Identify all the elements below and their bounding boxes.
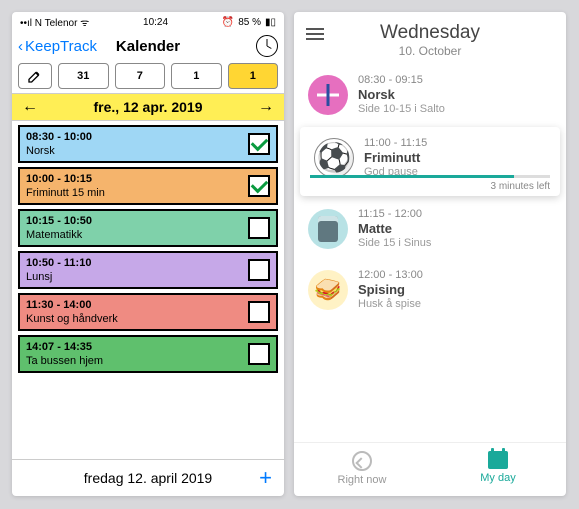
prev-day-button[interactable]: ← xyxy=(22,98,38,116)
food-icon xyxy=(308,270,348,310)
clock-history-icon xyxy=(352,451,372,471)
footer-bar: fredag 12. april 2019 + xyxy=(12,459,284,496)
agenda-time: 11:15 - 12:00 xyxy=(358,208,431,220)
event-row[interactable]: 08:30 - 10:00 Norsk xyxy=(18,125,278,163)
tab-right-now[interactable]: Right now xyxy=(294,443,430,496)
agenda-title: Norsk xyxy=(358,87,445,102)
agenda-time: 12:00 - 13:00 xyxy=(358,269,423,281)
date-bar: ← fre., 12 apr. 2019 → xyxy=(12,93,284,121)
event-time: 10:15 - 10:50 xyxy=(26,215,92,227)
agenda-detail: Husk å spise xyxy=(358,298,423,310)
event-title: Ta bussen hjem xyxy=(26,355,103,367)
agenda-time: 08:30 - 09:15 xyxy=(358,74,445,86)
event-row[interactable]: 14:07 - 14:35 Ta bussen hjem xyxy=(18,335,278,373)
calculator-icon xyxy=(308,209,348,249)
event-time: 10:00 - 10:15 xyxy=(26,173,105,185)
agenda-title: Friminutt xyxy=(364,150,427,165)
tab-week[interactable]: 7 xyxy=(115,63,166,89)
event-checkbox[interactable] xyxy=(248,301,270,323)
event-title: Lunsj xyxy=(26,271,91,283)
norsk-icon xyxy=(308,75,348,115)
event-list: 08:30 - 10:00 Norsk 10:00 - 10:15 Friminut… xyxy=(12,121,284,377)
add-button[interactable]: + xyxy=(259,465,272,491)
agenda-item[interactable]: 12:00 - 13:00 Spising Husk å spise xyxy=(294,259,566,320)
event-time: 10:50 - 11:10 xyxy=(26,257,91,269)
event-row[interactable]: 10:00 - 10:15 Friminutt 15 min xyxy=(18,167,278,205)
event-checkbox[interactable] xyxy=(248,175,270,197)
carrier-label: ••ıl N Telenor ᯤ xyxy=(20,15,89,29)
view-tabs: 31 7 1 1 xyxy=(12,63,284,93)
pencil-icon xyxy=(27,68,43,84)
agenda-time: 11:00 - 11:15 xyxy=(364,137,427,149)
agenda-item[interactable]: 11:15 - 12:00 Matte Side 15 i Sinus xyxy=(294,198,566,259)
agenda-list: 08:30 - 09:15 Norsk Side 10-15 i Salto 1… xyxy=(294,64,566,320)
nav-bar: ‹ KeepTrack Kalender xyxy=(12,32,284,63)
menu-button[interactable] xyxy=(306,28,324,40)
agenda-detail: Side 10-15 i Salto xyxy=(358,103,445,115)
event-row[interactable]: 11:30 - 14:00 Kunst og håndverk xyxy=(18,293,278,331)
edit-button[interactable] xyxy=(18,63,52,89)
page-title: Kalender xyxy=(12,38,284,55)
event-title: Kunst og håndverk xyxy=(26,313,118,325)
battery-label: 85 % xyxy=(238,17,261,28)
phone-dayview: Wednesday 10. October 08:30 - 09:15 Nors… xyxy=(294,12,566,496)
tab-label: Right now xyxy=(338,474,387,486)
agenda-item[interactable]: 08:30 - 09:15 Norsk Side 10-15 i Salto xyxy=(294,64,566,125)
event-time: 11:30 - 14:00 xyxy=(26,299,118,311)
event-title: Norsk xyxy=(26,145,92,157)
progress-bar xyxy=(310,175,550,178)
agenda-item-active[interactable]: 11:00 - 11:15 Friminutt God pause 3 minu… xyxy=(300,127,560,196)
event-time: 08:30 - 10:00 xyxy=(26,131,92,143)
soccer-icon xyxy=(314,138,354,178)
status-bar: ••ıl N Telenor ᯤ 10:24 ⏰ 85 % ▮▯ xyxy=(12,12,284,32)
event-row[interactable]: 10:50 - 11:10 Lunsj xyxy=(18,251,278,289)
bottom-tabs: Right now My day xyxy=(294,442,566,496)
time-remaining: 3 minutes left xyxy=(491,181,550,192)
agenda-detail: Side 15 i Sinus xyxy=(358,237,431,249)
event-checkbox[interactable] xyxy=(248,343,270,365)
day-title: Wednesday xyxy=(324,22,536,44)
phone-keeptrack: ••ıl N Telenor ᯤ 10:24 ⏰ 85 % ▮▯ ‹ KeepT… xyxy=(12,12,284,496)
alarm-icon: ⏰ xyxy=(222,17,234,28)
agenda-title: Spising xyxy=(358,282,423,297)
event-title: Matematikk xyxy=(26,229,92,241)
next-day-button[interactable]: → xyxy=(258,98,274,116)
tab-day-b[interactable]: 1 xyxy=(228,63,279,89)
tab-label: My day xyxy=(480,472,515,484)
event-time: 14:07 - 14:35 xyxy=(26,341,103,353)
agenda-title: Matte xyxy=(358,221,431,236)
tab-day-a[interactable]: 1 xyxy=(171,63,222,89)
day-subtitle: 10. October xyxy=(324,44,536,58)
tab-month[interactable]: 31 xyxy=(58,63,109,89)
event-checkbox[interactable] xyxy=(248,259,270,281)
header: Wednesday 10. October xyxy=(294,12,566,64)
event-title: Friminutt 15 min xyxy=(26,187,105,199)
clock-icon[interactable] xyxy=(256,35,278,57)
footer-date: fredag 12. april 2019 xyxy=(84,470,212,486)
date-label: fre., 12 apr. 2019 xyxy=(94,99,203,115)
event-checkbox[interactable] xyxy=(248,133,270,155)
tab-my-day[interactable]: My day xyxy=(430,443,566,496)
status-time: 10:24 xyxy=(143,17,168,28)
calendar-icon xyxy=(488,451,508,469)
battery-icon: ▮▯ xyxy=(265,17,276,28)
event-row[interactable]: 10:15 - 10:50 Matematikk xyxy=(18,209,278,247)
event-checkbox[interactable] xyxy=(248,217,270,239)
